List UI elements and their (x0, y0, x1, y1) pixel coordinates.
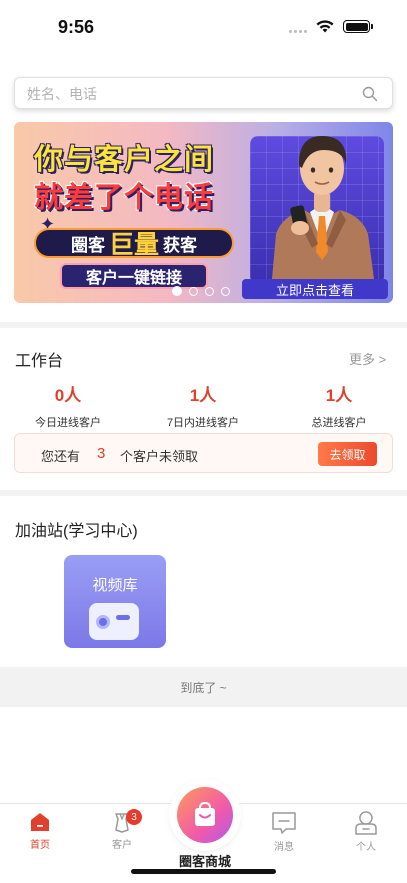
battery-icon (343, 20, 373, 33)
workbench-title: 工作台 (15, 353, 64, 370)
stat-total-label: 总进线客户 (311, 417, 367, 429)
section-divider (0, 322, 407, 328)
banner-huoke-a: 圈客 (70, 235, 105, 255)
tab-messages-label: 消息 (274, 842, 294, 853)
banner-headline-1: 你与客户之间 (34, 144, 215, 176)
stat-7days-label: 7日内进线客户 (166, 417, 240, 429)
banner-huoke-pill: 圈客 巨量 获客 (34, 228, 234, 259)
status-bar: 9:56 (0, 0, 407, 56)
tab-customers-label: 客户 (112, 840, 132, 851)
stat-today-value: 0人 (54, 386, 82, 405)
notice-prefix: 您还有 (41, 449, 81, 464)
mall-label: 圈客商城 (178, 854, 231, 869)
banner-huoke-b: 巨量 (108, 231, 159, 259)
signal-icon (289, 30, 307, 33)
notice-count: 3 (97, 445, 106, 462)
stat-total[interactable]: 1人 总进线客户 (284, 381, 394, 430)
customer-badge: 3 (126, 809, 142, 825)
search-input[interactable] (27, 84, 347, 104)
pagination-dot[interactable] (189, 286, 198, 296)
tab-profile[interactable]: 个人 (336, 810, 396, 853)
stat-total-value: 1人 (325, 386, 353, 405)
unclaimed-notice: 您还有 3 个客户未领取 去领取 (14, 433, 393, 473)
tab-profile-label: 个人 (356, 842, 376, 853)
stat-today[interactable]: 0人 今日进线客户 (13, 381, 123, 430)
section-divider (0, 490, 407, 496)
pagination-dot-active[interactable] (172, 286, 182, 296)
stat-7days-value: 1人 (189, 386, 217, 405)
video-library-label: 视频库 (92, 577, 138, 594)
businessman-illustration (272, 136, 374, 279)
end-of-list-note: 到底了 ~ (0, 667, 407, 707)
stat-today-label: 今日进线客户 (35, 417, 101, 429)
search-bar (14, 77, 393, 109)
tab-home-label: 首页 (30, 840, 50, 851)
tab-customers[interactable]: 3 客户 (92, 809, 152, 851)
message-icon (272, 812, 296, 834)
pagination-dot[interactable] (205, 286, 214, 296)
wifi-icon (316, 20, 334, 33)
banner-headline-2: 就差了个电话 (34, 182, 215, 214)
banner-huoke-c: 获客 (163, 235, 197, 255)
mall-button[interactable] (172, 782, 238, 848)
home-indicator (131, 869, 276, 874)
video-library-card[interactable]: 视频库 (64, 555, 166, 648)
tab-home[interactable]: 首页 (10, 810, 70, 851)
banner-cta-button[interactable]: 立即点击查看 (242, 279, 388, 299)
status-time: 9:56 (58, 17, 95, 37)
home-icon (31, 813, 49, 831)
promo-banner[interactable]: 你与客户之间 就差了个电话 ✦ 圈客 巨量 获客 客户一键链接 立即点击查看 (14, 122, 393, 303)
workbench-more-link[interactable]: 更多 > (349, 349, 386, 368)
notice-suffix: 个客户未领取 (120, 449, 199, 464)
shopping-bag-icon (195, 801, 215, 826)
video-library-icon (89, 603, 139, 640)
profile-icon (355, 811, 377, 835)
pagination-dot[interactable] (221, 286, 230, 296)
tab-messages[interactable]: 消息 (254, 810, 314, 853)
learning-center-title: 加油站(学习中心) (15, 523, 138, 540)
search-icon[interactable] (362, 86, 378, 102)
banner-pagination (172, 286, 230, 296)
stat-7days[interactable]: 1人 7日内进线客户 (148, 381, 258, 430)
claim-button[interactable]: 去领取 (318, 442, 377, 466)
